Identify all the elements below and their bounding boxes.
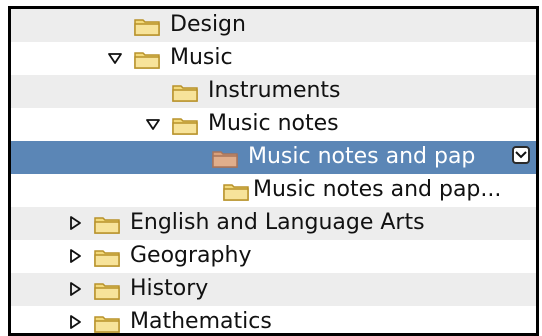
expanded-triangle-icon[interactable] — [107, 50, 123, 66]
collapsed-triangle-icon[interactable] — [67, 215, 83, 231]
expanded-triangle-icon[interactable] — [145, 116, 161, 132]
folder-icon — [223, 181, 249, 201]
tree-row-label: Music notes — [208, 111, 339, 136]
tree-row-history[interactable]: History — [11, 273, 536, 306]
folder-icon — [94, 313, 120, 333]
collapsed-triangle-icon[interactable] — [67, 248, 83, 264]
folder-icon — [134, 16, 160, 36]
tree-row-label: Music notes and pap... — [253, 177, 502, 202]
tree-row-english-and-language-arts[interactable]: English and Language Arts — [11, 207, 536, 240]
tree-row-music-notes-and-paper-selected[interactable]: Music notes and pap — [11, 141, 536, 174]
tree-row-label: Mathematics — [130, 309, 272, 334]
tree-row-mathematics[interactable]: Mathematics — [11, 306, 536, 334]
tree-row-music-notes-and-paper-2[interactable]: Music notes and pap... — [11, 174, 536, 207]
tree-row-music-notes[interactable]: Music notes — [11, 108, 536, 141]
folder-icon — [172, 115, 198, 135]
collapsed-triangle-icon[interactable] — [67, 314, 83, 330]
tree-row-label: Geography — [130, 243, 252, 268]
tree-row-label: Music notes and pap — [248, 144, 476, 169]
folder-tree: Design Music Instruments Music notes Mus… — [11, 9, 536, 334]
folder-icon — [212, 148, 238, 168]
folder-icon — [134, 49, 160, 69]
tree-row-label: Music — [170, 45, 233, 70]
tree-row-design[interactable]: Design — [11, 9, 536, 42]
tree-row-label: Instruments — [208, 78, 341, 103]
tree-row-label: Design — [170, 12, 246, 37]
folder-tree-panel: Design Music Instruments Music notes Mus… — [8, 6, 539, 336]
tree-row-instruments[interactable]: Instruments — [11, 75, 536, 108]
tree-row-label: History — [130, 276, 209, 301]
collapsed-triangle-icon[interactable] — [67, 281, 83, 297]
tree-row-music[interactable]: Music — [11, 42, 536, 75]
folder-icon — [172, 82, 198, 102]
folder-icon — [94, 247, 120, 267]
folder-icon — [94, 280, 120, 300]
row-dropdown-button[interactable] — [512, 146, 530, 164]
chevron-down-icon — [515, 151, 527, 159]
tree-row-geography[interactable]: Geography — [11, 240, 536, 273]
tree-row-label: English and Language Arts — [130, 210, 425, 235]
folder-icon — [94, 214, 120, 234]
